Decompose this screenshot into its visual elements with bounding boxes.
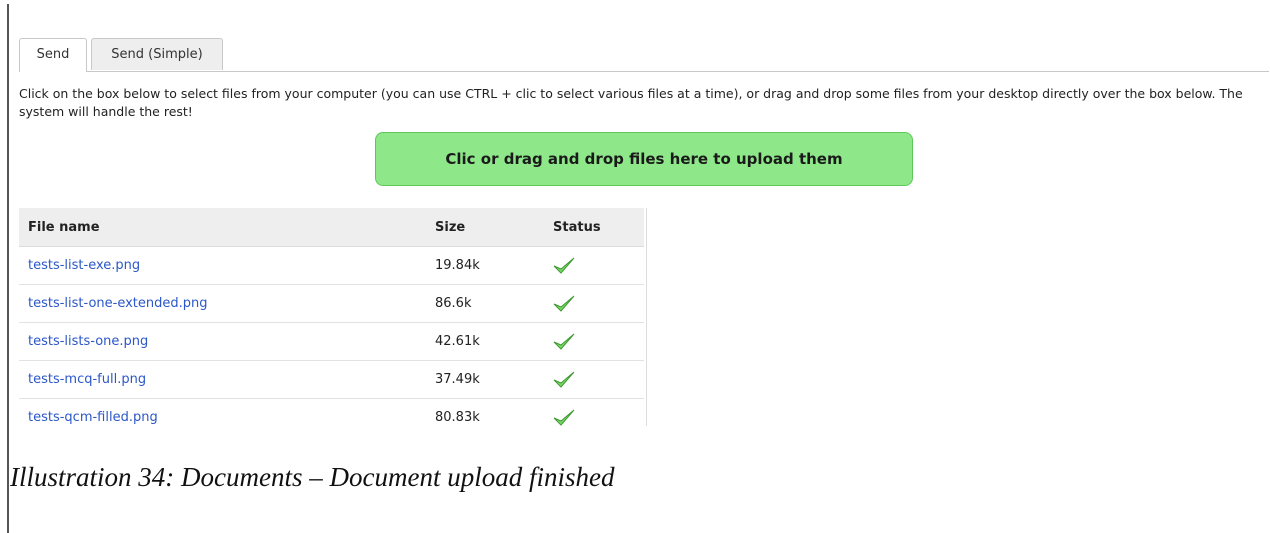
table-row: tests-list-one-extended.png 86.6k bbox=[19, 284, 644, 323]
uploaded-files-table: File name Size Status tests-list-exe.png… bbox=[19, 208, 644, 426]
file-size: 86.6k bbox=[418, 284, 535, 323]
page-margin-rule bbox=[7, 4, 9, 533]
file-size: 42.61k bbox=[418, 322, 535, 361]
uploaded-files-table-wrapper: File name Size Status tests-list-exe.png… bbox=[19, 208, 647, 426]
tab-send[interactable]: Send bbox=[19, 38, 87, 72]
table-row: tests-mcq-full.png 37.49k bbox=[19, 360, 644, 399]
upload-dropzone[interactable]: Clic or drag and drop files here to uplo… bbox=[375, 132, 913, 186]
upload-instructions: Click on the box below to select files f… bbox=[19, 86, 1243, 119]
table-row: tests-list-exe.png 19.84k bbox=[19, 246, 644, 285]
tab-send-simple[interactable]: Send (Simple) bbox=[91, 38, 223, 70]
check-icon bbox=[553, 294, 644, 314]
check-icon bbox=[553, 370, 644, 390]
table-header-row: File name Size Status bbox=[19, 208, 644, 247]
figure-caption: Illustration 34: Documents – Document up… bbox=[10, 462, 615, 492]
check-icon bbox=[553, 332, 644, 352]
file-link[interactable]: tests-list-one-extended.png bbox=[28, 296, 208, 311]
column-header-file-name: File name bbox=[19, 208, 418, 247]
check-icon bbox=[553, 408, 644, 427]
file-link[interactable]: tests-list-exe.png bbox=[28, 258, 140, 273]
table-row: tests-qcm-filled.png 80.83k bbox=[19, 398, 644, 427]
tab-bar: Send Send (Simple) bbox=[19, 38, 1269, 72]
column-header-status: Status bbox=[535, 208, 644, 247]
file-size: 37.49k bbox=[418, 360, 535, 399]
dropzone-label: Clic or drag and drop files here to uplo… bbox=[445, 150, 843, 168]
file-size: 80.83k bbox=[418, 398, 535, 426]
file-link[interactable]: tests-mcq-full.png bbox=[28, 372, 146, 387]
check-icon bbox=[553, 256, 644, 276]
file-link[interactable]: tests-qcm-filled.png bbox=[28, 410, 158, 425]
column-header-size: Size bbox=[418, 208, 535, 247]
file-link[interactable]: tests-lists-one.png bbox=[28, 334, 148, 349]
table-row: tests-lists-one.png 42.61k bbox=[19, 322, 644, 361]
file-size: 19.84k bbox=[418, 246, 535, 285]
